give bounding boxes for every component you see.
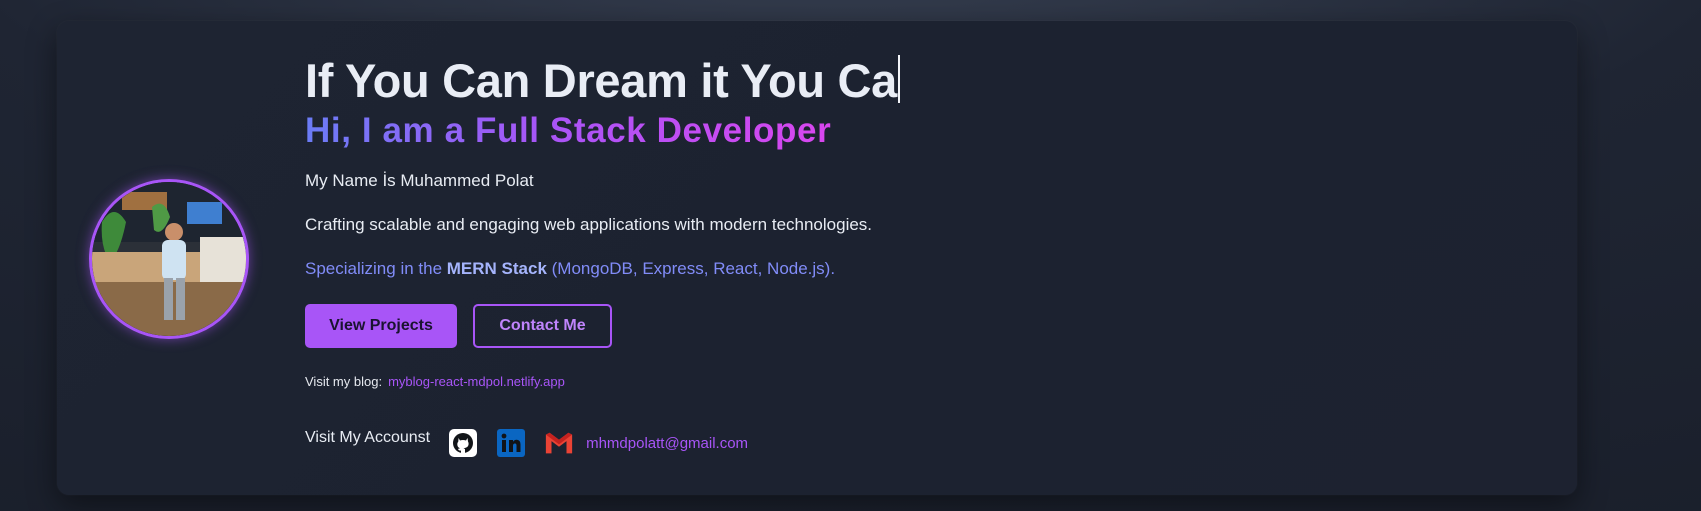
profile-avatar <box>89 179 249 339</box>
specialty-emphasis: MERN Stack <box>446 259 547 278</box>
specialty-prefix: Specializing in the <box>305 259 447 278</box>
gmail-link[interactable] <box>544 428 574 458</box>
github-link[interactable] <box>448 428 478 458</box>
headline-text: If You Can Dream it You Ca <box>305 54 898 107</box>
view-projects-button[interactable]: View Projects <box>305 304 457 348</box>
hero-subheadline: Hi, I am a Full Stack Developer <box>305 111 832 150</box>
github-icon <box>449 429 478 457</box>
contact-me-button[interactable]: Contact Me <box>473 304 612 348</box>
hero-headline: If You Can Dream it You Ca <box>305 53 901 109</box>
specialty-suffix: (MongoDB, Express, React, Node.js). <box>546 259 836 278</box>
linkedin-icon <box>497 429 526 457</box>
linkedin-link[interactable] <box>496 428 526 458</box>
accounts-row: Visit My Accounst mhmdpolatt@gmail.com <box>305 426 748 460</box>
name-line: My Name İs Muhammed Polat <box>305 171 534 190</box>
blog-label: Visit my blog: <box>305 374 383 389</box>
tagline: Crafting scalable and engaging web appli… <box>305 215 873 234</box>
email-link[interactable]: mhmdpolatt@gmail.com <box>586 435 748 452</box>
typing-caret <box>898 55 901 103</box>
blog-link[interactable]: myblog-react-mdpol.netlify.app <box>388 374 565 389</box>
specialty-line: Specializing in the MERN Stack (MongoDB,… <box>305 259 835 279</box>
gmail-icon <box>545 432 573 454</box>
blog-line: Visit my blog: myblog-react-mdpol.netlify… <box>305 374 565 389</box>
profile-photo <box>92 182 246 336</box>
accounts-label: Visit My Accounst <box>305 429 431 446</box>
